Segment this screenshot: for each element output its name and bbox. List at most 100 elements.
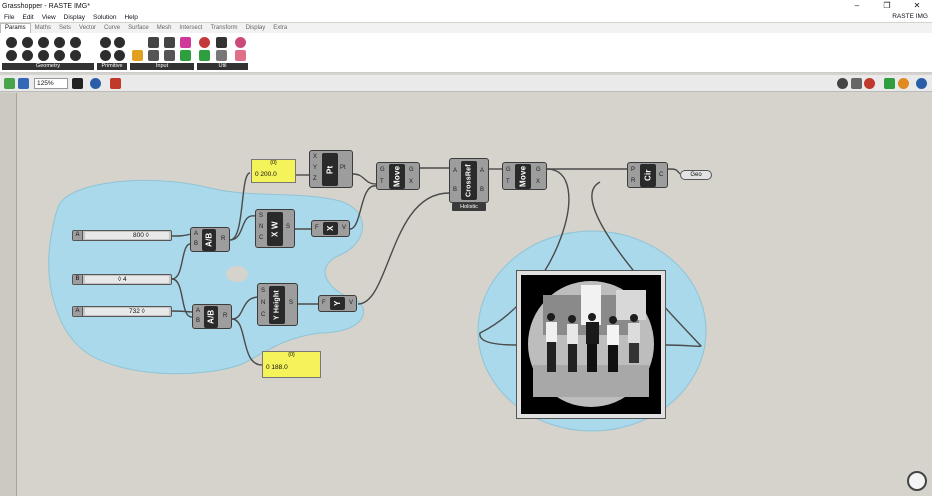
param-icon[interactable] [54, 50, 65, 61]
preview-icon[interactable] [837, 78, 848, 89]
param-icon[interactable] [6, 50, 17, 61]
port-label[interactable]: S [289, 300, 293, 306]
panel-width[interactable]: {0} 0 200.0 [251, 159, 296, 183]
panel-height[interactable]: {0} 0 188.0 [262, 351, 321, 378]
tab-mesh[interactable]: Mesh [153, 24, 176, 33]
ribbon-group-util[interactable]: Util [197, 63, 248, 70]
port-label[interactable]: X [409, 179, 413, 185]
port-label[interactable]: R [631, 178, 635, 184]
port-label[interactable]: C [259, 235, 263, 241]
arrow-right-icon[interactable] [216, 37, 227, 48]
input-icon[interactable] [164, 50, 175, 61]
tab-intersect[interactable]: Intersect [175, 24, 206, 33]
param-icon[interactable] [38, 50, 49, 61]
port-label[interactable]: B [453, 187, 457, 193]
port-label[interactable]: B [194, 241, 198, 247]
menu-edit[interactable]: Edit [18, 14, 37, 21]
cross-reference-component[interactable]: A B CrossRef A B [449, 158, 489, 203]
open-file-icon[interactable] [4, 78, 15, 89]
navigation-compass-icon[interactable] [907, 471, 927, 491]
port-label[interactable]: Y [313, 165, 317, 171]
util-icon[interactable] [235, 37, 246, 48]
param-icon[interactable] [54, 37, 65, 48]
preview-icon[interactable] [884, 78, 895, 89]
zoom-extents-icon[interactable] [72, 78, 83, 89]
tab-vector[interactable]: Vector [75, 24, 100, 33]
tab-transform[interactable]: Transform [206, 24, 241, 33]
tab-sets[interactable]: Sets [55, 24, 75, 33]
number-slider[interactable]: A 732 ◊ [72, 306, 172, 317]
eye-icon[interactable] [90, 78, 101, 89]
primitive-icon[interactable] [100, 50, 111, 61]
port-label[interactable]: N [261, 300, 265, 306]
circle-component[interactable]: P R Cir C [627, 162, 668, 188]
port-label[interactable]: P [631, 167, 635, 173]
util-icon[interactable] [235, 50, 246, 61]
port-label[interactable]: R [221, 236, 225, 242]
param-icon[interactable] [22, 50, 33, 61]
menu-view[interactable]: View [38, 14, 60, 21]
move-component[interactable]: G T Move G X [376, 162, 420, 190]
minimize-button[interactable]: – [842, 0, 872, 12]
construct-point-component[interactable]: X Y Z Pt Pt [309, 150, 353, 188]
input-icon[interactable] [164, 37, 175, 48]
color-swatch-icon[interactable] [180, 37, 191, 48]
port-label[interactable]: A [196, 308, 200, 314]
tab-surface[interactable]: Surface [124, 24, 153, 33]
port-label[interactable]: Pt [340, 165, 346, 171]
port-label[interactable]: G [506, 167, 511, 173]
tab-extra[interactable]: Extra [269, 24, 291, 33]
save-icon[interactable] [18, 78, 29, 89]
tab-curve[interactable]: Curve [100, 24, 124, 33]
menu-file[interactable]: File [0, 14, 18, 21]
unit-x-component[interactable]: F X V [311, 220, 350, 237]
port-label[interactable]: X [313, 154, 317, 160]
port-label[interactable]: G [409, 167, 414, 173]
port-label[interactable]: X [536, 179, 540, 185]
tab-display[interactable]: Display [242, 24, 270, 33]
port-label[interactable]: S [259, 213, 263, 219]
division-component[interactable]: A B A/B R [190, 227, 230, 252]
graph-canvas[interactable]: A 800 ◊ B ◊ 4 A 732 ◊ {0} 0 200.0 {0} 0 … [0, 93, 932, 496]
unit-y-component[interactable]: F Y V [318, 295, 357, 312]
slider-track[interactable] [85, 232, 169, 239]
preview-icon[interactable] [864, 78, 875, 89]
input-icon[interactable] [180, 50, 191, 61]
preview-icon[interactable] [898, 78, 909, 89]
primitive-icon[interactable] [100, 37, 111, 48]
move-component[interactable]: G T Move G X [502, 162, 547, 190]
tab-maths[interactable]: Maths [31, 24, 55, 33]
number-slider[interactable]: B ◊ 4 [72, 274, 172, 285]
port-label[interactable]: C [659, 172, 663, 178]
port-label[interactable]: F [315, 225, 319, 231]
port-label[interactable]: S [286, 224, 290, 230]
port-label[interactable]: A [453, 168, 457, 174]
division-component[interactable]: A B A/B R [192, 304, 232, 329]
sketch-icon[interactable] [110, 78, 121, 89]
port-label[interactable]: A [480, 168, 484, 174]
port-label[interactable]: F [322, 300, 326, 306]
param-icon[interactable] [22, 37, 33, 48]
primitive-icon[interactable] [114, 37, 125, 48]
ribbon-group-primitive[interactable]: Primitive [97, 63, 127, 70]
param-icon[interactable] [6, 37, 17, 48]
param-icon[interactable] [38, 37, 49, 48]
input-icon[interactable] [148, 50, 159, 61]
port-label[interactable]: G [536, 167, 541, 173]
util-icon[interactable] [199, 37, 210, 48]
port-label[interactable]: Z [313, 176, 317, 182]
port-label[interactable]: R [223, 313, 227, 319]
menu-display[interactable]: Display [60, 14, 89, 21]
port-label[interactable]: G [380, 167, 385, 173]
arrow-right-icon[interactable] [216, 50, 227, 61]
param-icon[interactable] [70, 37, 81, 48]
slider-track[interactable] [85, 308, 169, 315]
port-label[interactable]: T [506, 179, 510, 185]
port-label[interactable]: V [349, 300, 353, 306]
image-sampler-preview[interactable] [516, 270, 666, 419]
slider-track[interactable] [85, 276, 169, 283]
series-component[interactable]: S N C Y Height S [257, 283, 298, 326]
port-label[interactable]: S [261, 288, 265, 294]
port-label[interactable]: C [261, 312, 265, 318]
input-icon[interactable] [132, 50, 143, 61]
